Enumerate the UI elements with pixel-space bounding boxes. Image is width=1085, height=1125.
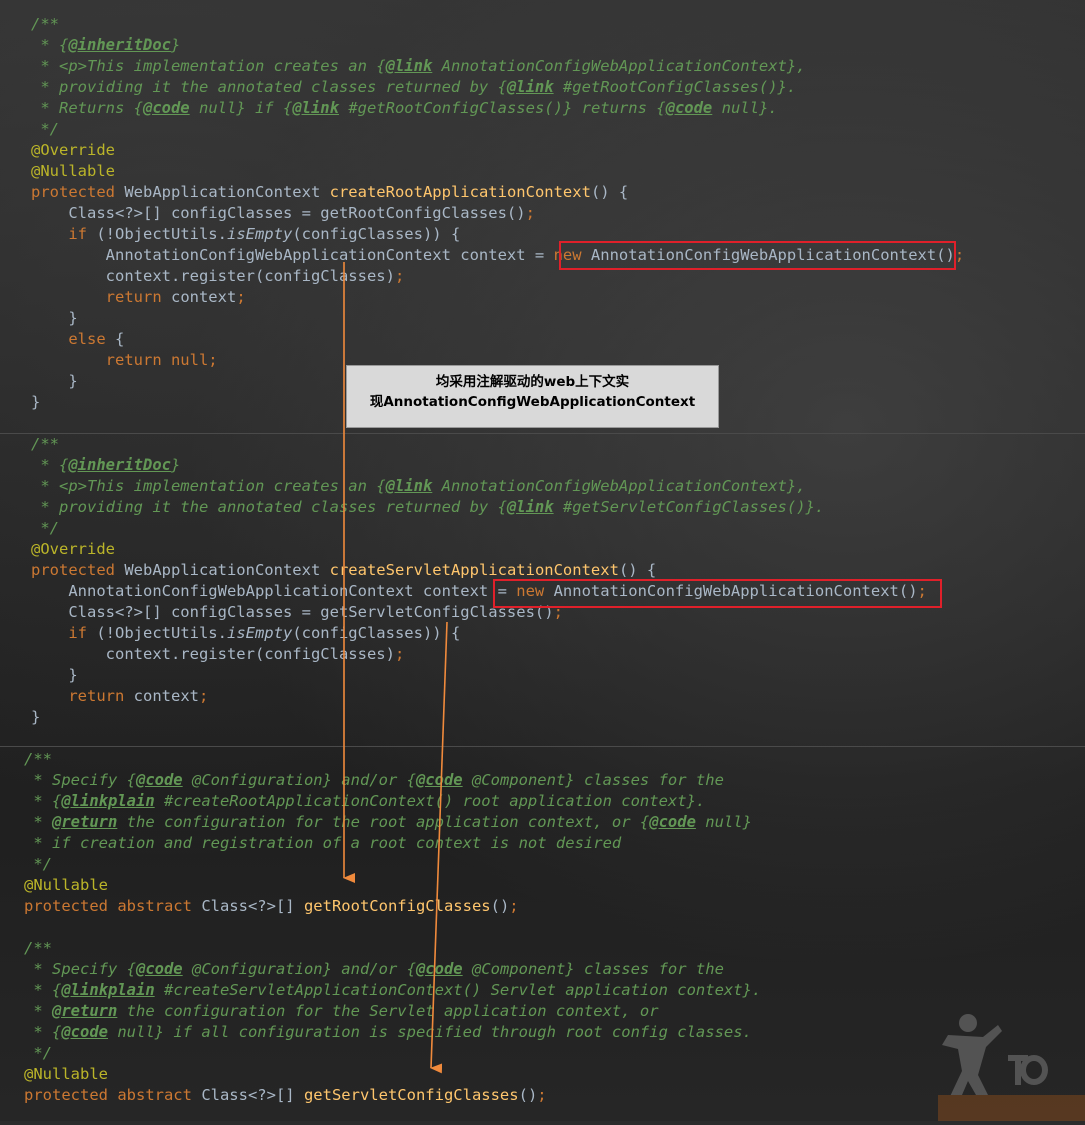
annotation-callout: 均采用注解驱动的web上下文实 现AnnotationConfigWebAppl… <box>346 365 719 428</box>
arrow-to-get-servlet-config <box>430 621 448 1074</box>
annotation-arrows <box>343 262 448 1074</box>
callout-line-1: 均采用注解驱动的web上下文实 <box>435 374 630 390</box>
callout-line-2: 现AnnotationConfigWebApplicationContext <box>369 394 696 410</box>
